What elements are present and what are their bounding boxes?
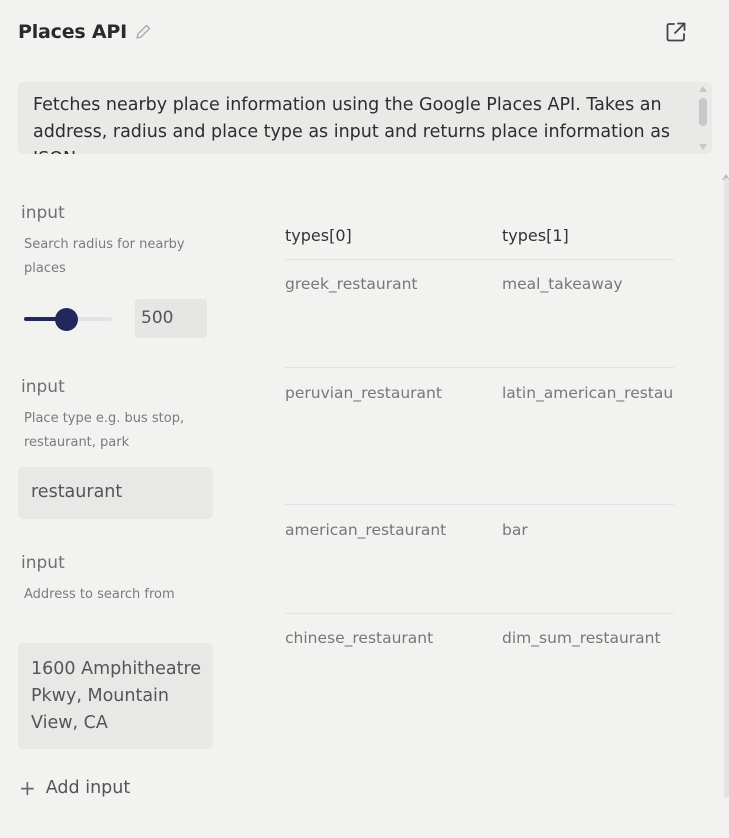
slider-handle[interactable]	[55, 308, 78, 331]
column-header-types-0: types[0]	[285, 226, 352, 245]
header: Places API	[18, 18, 152, 46]
radius-number-input[interactable]: 500	[135, 299, 207, 338]
column-header-types-1: types[1]	[502, 226, 569, 245]
radius-slider[interactable]	[24, 306, 112, 332]
panel-scrollbar[interactable]	[722, 174, 729, 798]
table-cell: chinese_restaurant	[285, 629, 434, 647]
radius-value: 500	[141, 308, 174, 328]
row-divider	[285, 504, 674, 505]
scroll-up-icon[interactable]	[699, 86, 707, 92]
place-type-value: restaurant	[31, 482, 123, 502]
table-cell: greek_restaurant	[285, 275, 418, 293]
plus-icon: +	[19, 776, 36, 800]
table-cell: latin_american_restaurant	[502, 384, 674, 402]
place-type-field[interactable]: restaurant	[18, 467, 213, 519]
input-label-address: input	[21, 553, 65, 573]
input-hint-place-type: Place type e.g. bus stop, restaurant, pa…	[24, 411, 185, 450]
input-hint-address: Address to search from	[24, 587, 175, 602]
row-divider	[285, 613, 674, 614]
description-text: Fetches nearby place information using t…	[33, 95, 671, 154]
scrollbar-track[interactable]	[724, 178, 729, 798]
external-link-icon[interactable]	[664, 20, 688, 44]
results-table: types[0] types[1] greek_restaurant meal_…	[285, 220, 674, 720]
add-input-button[interactable]: + Add input	[19, 774, 130, 802]
table-cell: meal_takeaway	[502, 275, 623, 293]
table-cell: bar	[502, 521, 528, 539]
row-divider	[285, 259, 674, 260]
table-cell: peruvian_restaurant	[285, 384, 442, 402]
address-field[interactable]: 1600 Amphitheatre Pkwy, Mountain View, C…	[18, 643, 213, 749]
table-cell: dim_sum_restaurant	[502, 629, 661, 647]
scroll-down-icon[interactable]	[699, 144, 707, 150]
page-title: Places API	[18, 21, 128, 43]
scroll-thumb[interactable]	[699, 98, 707, 126]
add-input-label: Add input	[45, 778, 131, 798]
input-hint-radius: Search radius for nearby places	[24, 237, 185, 276]
input-label-place-type: input	[21, 377, 65, 397]
table-cell: american_restaurant	[285, 521, 447, 539]
description-box[interactable]: Fetches nearby place information using t…	[18, 82, 712, 154]
row-divider	[285, 367, 674, 368]
input-label-radius: input	[21, 203, 65, 223]
pencil-icon[interactable]	[134, 23, 152, 41]
description-scrollbar[interactable]	[698, 82, 710, 154]
address-value: 1600 Amphitheatre Pkwy, Mountain View, C…	[31, 659, 202, 733]
